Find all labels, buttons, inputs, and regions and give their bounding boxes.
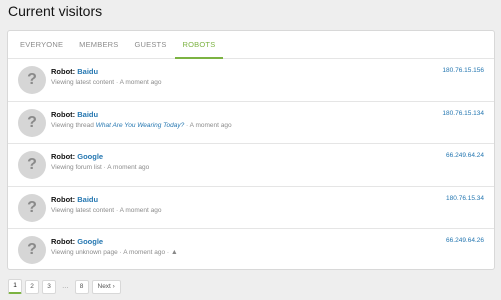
ip-address-link[interactable]: 66.249.64.26 — [446, 237, 484, 244]
visitor-activity: Viewing thread What Are You Wearing Toda… — [51, 122, 232, 129]
robot-link[interactable]: Google — [77, 237, 103, 246]
visitor-row: ? Robot: Baidu Viewing thread What Are Y… — [8, 102, 494, 144]
visitor-prefix: Robot: — [51, 237, 76, 246]
visitor-name: Robot: Google — [51, 152, 103, 161]
tab-members[interactable]: MEMBERS — [71, 31, 126, 58]
activity-text: Viewing unknown page — [51, 249, 118, 256]
avatar[interactable]: ? — [18, 151, 46, 179]
separator: · — [115, 79, 119, 86]
warning-icon[interactable]: ▲ — [171, 249, 178, 256]
separator: · — [166, 249, 170, 256]
separator: · — [186, 121, 189, 129]
timestamp: A moment ago — [123, 249, 166, 256]
avatar[interactable]: ? — [18, 66, 46, 94]
tab-everyone[interactable]: EVERYONE — [12, 31, 71, 58]
visitors-panel: EVERYONE MEMBERS GUESTS ROBOTS ? Robot: … — [7, 30, 495, 270]
visitor-row: ? Robot: Google Viewing unknown page · A… — [8, 229, 494, 269]
page-link-2[interactable]: 2 — [25, 279, 39, 294]
tabs-bar: EVERYONE MEMBERS GUESTS ROBOTS — [8, 31, 494, 59]
avatar[interactable]: ? — [18, 108, 46, 137]
visitor-prefix: Robot: — [51, 194, 76, 204]
visitor-row: ? Robot: Baidu Viewing latest content · … — [8, 187, 494, 229]
pagination: 1 2 3 … 8 Next › — [8, 279, 121, 294]
visitor-row: ? Robot: Baidu Viewing latest content · … — [8, 59, 494, 102]
tab-guests[interactable]: GUESTS — [126, 31, 174, 58]
next-page-button[interactable]: Next › — [91, 279, 121, 294]
page-ellipsis: … — [62, 282, 69, 290]
page-title: Current visitors — [8, 3, 103, 19]
activity-text: Viewing latest content — [51, 79, 115, 86]
visitor-name: Robot: Baidu — [51, 67, 98, 76]
avatar[interactable]: ? — [18, 193, 46, 222]
visitor-prefix: Robot: — [51, 152, 76, 161]
visitor-name: Robot: Baidu — [51, 195, 98, 204]
separator: · — [103, 164, 106, 171]
robot-link[interactable]: Baidu — [77, 195, 98, 204]
visitor-activity: Viewing forum list · A moment ago — [51, 164, 149, 171]
timestamp: A moment ago — [189, 121, 232, 129]
visitor-name: Robot: Baidu — [51, 110, 98, 119]
ip-address-link[interactable]: 180.76.15.156 — [442, 67, 484, 74]
visitor-prefix: Robot: — [51, 67, 76, 76]
timestamp: A moment ago — [107, 164, 150, 171]
separator: · — [119, 249, 122, 256]
visitor-activity: Viewing latest content · A moment ago — [51, 79, 161, 86]
visitor-name: Robot: Google — [51, 237, 103, 246]
ip-address-link[interactable]: 180.76.15.134 — [442, 110, 484, 117]
robot-link[interactable]: Baidu — [77, 110, 98, 119]
avatar[interactable]: ? — [18, 236, 46, 264]
ip-address-link[interactable]: 66.249.64.24 — [446, 152, 484, 159]
visitor-activity: Viewing unknown page · A moment ago · ▲ — [51, 249, 178, 256]
activity-text: Viewing forum list — [51, 164, 102, 171]
visitor-row: ? Robot: Google Viewing forum list · A m… — [8, 144, 494, 187]
page-link-1[interactable]: 1 — [8, 279, 22, 294]
visitor-prefix: Robot: — [51, 109, 76, 119]
page-link-8[interactable]: 8 — [74, 279, 89, 294]
robot-link[interactable]: Baidu — [77, 67, 98, 76]
ip-address-link[interactable]: 180.76.15.34 — [446, 195, 484, 202]
activity-text: Viewing latest content — [51, 206, 115, 214]
visitor-activity: Viewing latest content · A moment ago — [51, 207, 161, 214]
page-link-3[interactable]: 3 — [42, 279, 56, 294]
tab-robots[interactable]: ROBOTS — [174, 31, 224, 59]
robot-link[interactable]: Google — [77, 152, 103, 161]
separator: · — [115, 206, 119, 214]
thread-link[interactable]: What Are You Wearing Today? — [96, 122, 185, 129]
activity-text: Viewing thread — [51, 121, 94, 129]
timestamp: A moment ago — [119, 206, 162, 214]
timestamp: A moment ago — [119, 79, 162, 86]
